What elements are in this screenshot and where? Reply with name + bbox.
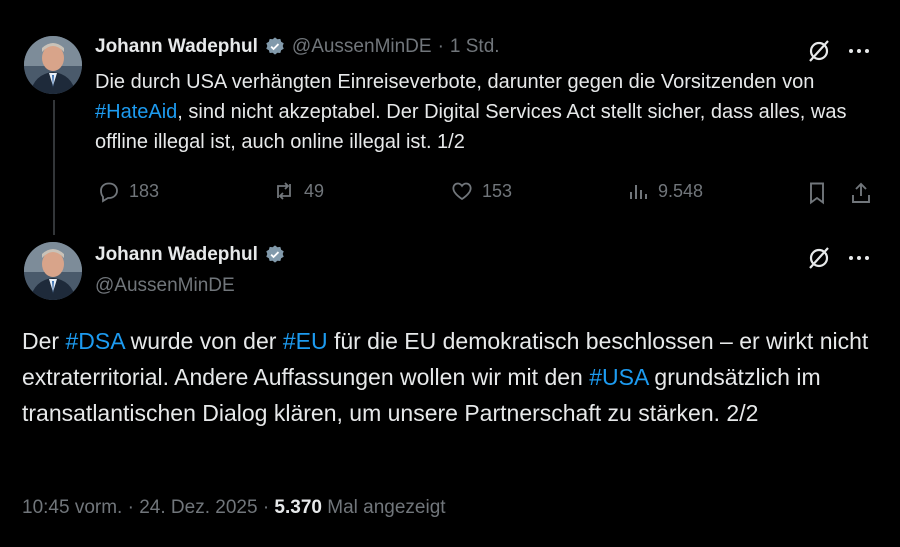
like-icon [452, 182, 472, 201]
tweet2-text: Der #DSA wurde von der #EU für die EU de… [22, 323, 872, 431]
grok-icon[interactable] [806, 38, 832, 69]
tweet1-text: Die durch USA verhängten Einreiseverbote… [95, 67, 885, 157]
hashtag-link[interactable]: #HateAid [95, 101, 177, 123]
like-button[interactable]: 153 [450, 179, 512, 203]
avatar-image [24, 36, 82, 94]
avatar[interactable] [24, 242, 82, 300]
avatar-image [24, 242, 82, 300]
views-count: 5.370 [274, 497, 322, 518]
more-icon[interactable] [846, 38, 872, 69]
timestamp[interactable]: 1 Std. [450, 36, 500, 58]
tweet2-meta: 10:45 vorm. · 24. Dez. 2025 · 5.370 Mal … [22, 497, 446, 519]
repost-button[interactable]: 49 [272, 179, 324, 203]
grok-icon[interactable] [806, 245, 832, 276]
separator: · [262, 497, 270, 518]
views-button[interactable]: 9.548 [626, 179, 703, 203]
reply-icon [100, 182, 118, 203]
tweet2-header: Johann Wadephul [95, 244, 286, 266]
tweet-text-part: Der [22, 328, 66, 354]
hashtag-link[interactable]: #EU [283, 328, 328, 354]
display-name[interactable]: Johann Wadephul [95, 36, 258, 58]
separator: · [437, 36, 444, 57]
hashtag-link[interactable]: #USA [589, 364, 648, 390]
verified-icon [264, 244, 286, 266]
repost-count: 49 [304, 180, 325, 201]
display-name[interactable]: Johann Wadephul [95, 244, 258, 266]
views-label: Mal angezeigt [327, 497, 446, 518]
thread-line [53, 100, 55, 235]
views-count: 9.548 [658, 180, 704, 201]
reply-count: 183 [129, 180, 160, 201]
post-date[interactable]: 24. Dez. 2025 [139, 497, 257, 518]
tweet-text-part: Die durch USA verhängten Einreiseverbote… [95, 71, 815, 93]
hashtag-link[interactable]: #DSA [65, 328, 124, 354]
repost-icon [277, 182, 291, 200]
verified-icon [264, 36, 286, 58]
tweet1-header: Johann Wadephul @AussenMinDE · 1 Std. [95, 36, 500, 58]
share-icon[interactable] [848, 180, 874, 211]
views-icon [630, 185, 647, 199]
tweet-text-part: wurde von der [124, 328, 283, 354]
username[interactable]: @AussenMinDE [292, 36, 432, 58]
reply-button[interactable]: 183 [97, 179, 159, 203]
more-icon[interactable] [846, 245, 872, 276]
username[interactable]: @AussenMinDE [95, 275, 235, 297]
like-count: 153 [482, 180, 513, 201]
bookmark-icon[interactable] [804, 180, 830, 211]
tweet-text-part: , sind nicht akzeptabel. Der Digital Ser… [95, 101, 847, 153]
separator: · [127, 497, 134, 518]
avatar[interactable] [24, 36, 82, 94]
post-time[interactable]: 10:45 vorm. [22, 497, 122, 518]
